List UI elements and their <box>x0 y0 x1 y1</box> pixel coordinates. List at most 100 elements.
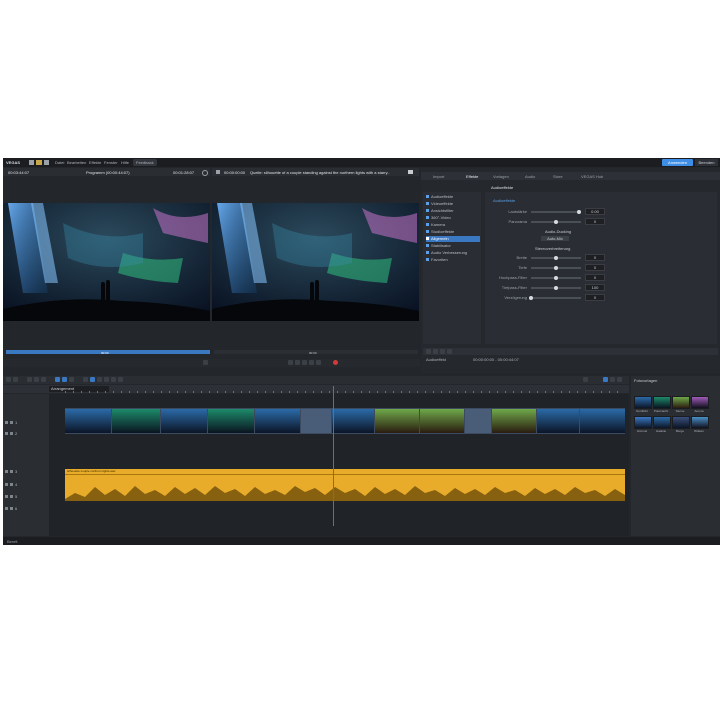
slider-knob[interactable] <box>529 296 533 300</box>
audio-clip[interactable]: silhouette couple northern lights.wav <box>65 469 625 501</box>
program-video-frame[interactable] <box>212 203 419 321</box>
redo-icon[interactable] <box>13 377 18 382</box>
tab-audio[interactable]: Audio <box>525 174 535 179</box>
track-header[interactable]: 4 <box>5 482 47 488</box>
delete-icon[interactable] <box>41 377 46 382</box>
lowpass-value[interactable]: 100 <box>585 284 605 291</box>
highpass-slider[interactable] <box>531 276 581 280</box>
play-icon[interactable] <box>302 360 307 365</box>
solo-icon[interactable] <box>10 483 13 486</box>
solo-icon[interactable] <box>10 495 13 498</box>
copy-effect-icon[interactable] <box>440 349 445 354</box>
view-mode-icon[interactable] <box>583 377 588 382</box>
zoom-icon[interactable] <box>118 377 123 382</box>
category-item[interactable]: Audioeffekte <box>426 194 480 200</box>
snapshot-icon[interactable] <box>408 170 413 174</box>
template-thumb[interactable] <box>634 416 652 429</box>
exit-button[interactable]: Beenden <box>695 159 718 166</box>
source-video-frame[interactable] <box>3 203 210 321</box>
lowpass-slider[interactable] <box>531 286 581 290</box>
template-thumb[interactable] <box>672 416 690 429</box>
snap-icon[interactable] <box>83 377 88 382</box>
autoripple-icon[interactable] <box>90 377 95 382</box>
auto-mix-button[interactable]: Auto-Mix <box>541 236 569 241</box>
category-item[interactable]: Stabilisator <box>426 243 480 249</box>
solo-icon[interactable] <box>10 507 13 510</box>
mute-icon[interactable] <box>5 421 8 424</box>
feedback-button[interactable]: Feedback <box>133 159 157 166</box>
playhead[interactable] <box>333 386 334 526</box>
tab-import[interactable]: Import <box>433 174 444 179</box>
slider-knob[interactable] <box>554 286 558 290</box>
mute-icon[interactable] <box>5 470 8 473</box>
timeline-layout-icon[interactable] <box>603 377 608 382</box>
delay-slider[interactable] <box>529 296 581 300</box>
cut-icon[interactable] <box>27 377 32 382</box>
new-file-icon[interactable] <box>29 160 34 165</box>
template-thumb[interactable] <box>672 396 690 409</box>
template-thumb[interactable] <box>634 396 652 409</box>
volume-value[interactable]: 0.00 <box>585 208 605 215</box>
select-tool-icon[interactable] <box>55 377 60 382</box>
solo-icon[interactable] <box>10 470 13 473</box>
track-header[interactable]: 6 <box>5 506 47 512</box>
category-item[interactable]: 360°-Video <box>426 215 480 221</box>
menu-window[interactable]: Fenster <box>104 160 118 165</box>
mute-icon[interactable] <box>5 507 8 510</box>
step-forward-icon[interactable] <box>309 360 314 365</box>
timeline-ruler[interactable]: Arrangement <box>3 385 629 393</box>
lock-icon[interactable] <box>97 377 102 382</box>
menu-effects[interactable]: Effekte <box>89 160 101 165</box>
depth-value[interactable]: 0 <box>585 264 605 271</box>
category-item[interactable]: Kamera <box>426 222 480 228</box>
open-folder-icon[interactable] <box>36 160 42 165</box>
slider-knob[interactable] <box>554 276 558 280</box>
go-to-end-icon[interactable] <box>316 360 321 365</box>
split-icon[interactable] <box>69 377 74 382</box>
mute-icon[interactable] <box>5 432 8 435</box>
solo-icon[interactable] <box>10 421 13 424</box>
category-item[interactable]: Audio Verbesserung <box>426 250 480 256</box>
add-effect-icon[interactable] <box>426 349 431 354</box>
track-header[interactable]: 5 <box>5 494 47 500</box>
category-item-selected[interactable]: Allgemein <box>426 236 480 242</box>
video-clips[interactable] <box>65 409 625 433</box>
tab-vegas-hub[interactable]: VEGAS Hub <box>581 174 603 179</box>
track-header[interactable]: 3 <box>5 469 47 475</box>
template-thumb[interactable] <box>653 396 671 409</box>
timeline-close-icon[interactable] <box>617 377 622 382</box>
record-icon[interactable] <box>333 360 338 365</box>
template-thumb[interactable] <box>691 396 709 409</box>
category-item[interactable]: Studioeffekte <box>426 229 480 235</box>
menu-file[interactable]: Datei <box>55 160 64 165</box>
slider-knob[interactable] <box>554 220 558 224</box>
tab-store[interactable]: Store <box>553 174 563 179</box>
depth-slider[interactable] <box>531 266 581 270</box>
slider-knob[interactable] <box>554 256 558 260</box>
export-frame-icon[interactable] <box>203 360 208 365</box>
pan-value[interactable]: 0 <box>585 218 605 225</box>
slider-knob[interactable] <box>576 210 581 214</box>
fullscreen-icon[interactable] <box>216 170 220 174</box>
region-icon[interactable] <box>111 377 116 382</box>
solo-icon[interactable] <box>10 432 13 435</box>
width-value[interactable]: 0 <box>585 254 605 261</box>
category-item[interactable]: Ansichtsfilter <box>426 208 480 214</box>
paste-effect-icon[interactable] <box>447 349 452 354</box>
timeline-settings-icon[interactable] <box>610 377 615 382</box>
step-back-icon[interactable] <box>295 360 300 365</box>
delay-value[interactable]: 0 <box>585 294 605 301</box>
tab-effects[interactable]: Effekte <box>466 174 478 179</box>
mute-icon[interactable] <box>5 483 8 486</box>
pan-slider[interactable] <box>531 220 581 224</box>
edit-tool-icon[interactable] <box>62 377 67 382</box>
track-header[interactable]: 2 <box>5 431 47 437</box>
monitor-settings-icon[interactable] <box>202 170 208 176</box>
mute-icon[interactable] <box>5 495 8 498</box>
menu-help[interactable]: Hilfe <box>121 160 129 165</box>
template-thumb[interactable] <box>653 416 671 429</box>
save-icon[interactable] <box>44 160 49 165</box>
highpass-value[interactable]: 0 <box>585 274 605 281</box>
copy-icon[interactable] <box>34 377 39 382</box>
menu-edit[interactable]: Bearbeiten <box>67 160 86 165</box>
